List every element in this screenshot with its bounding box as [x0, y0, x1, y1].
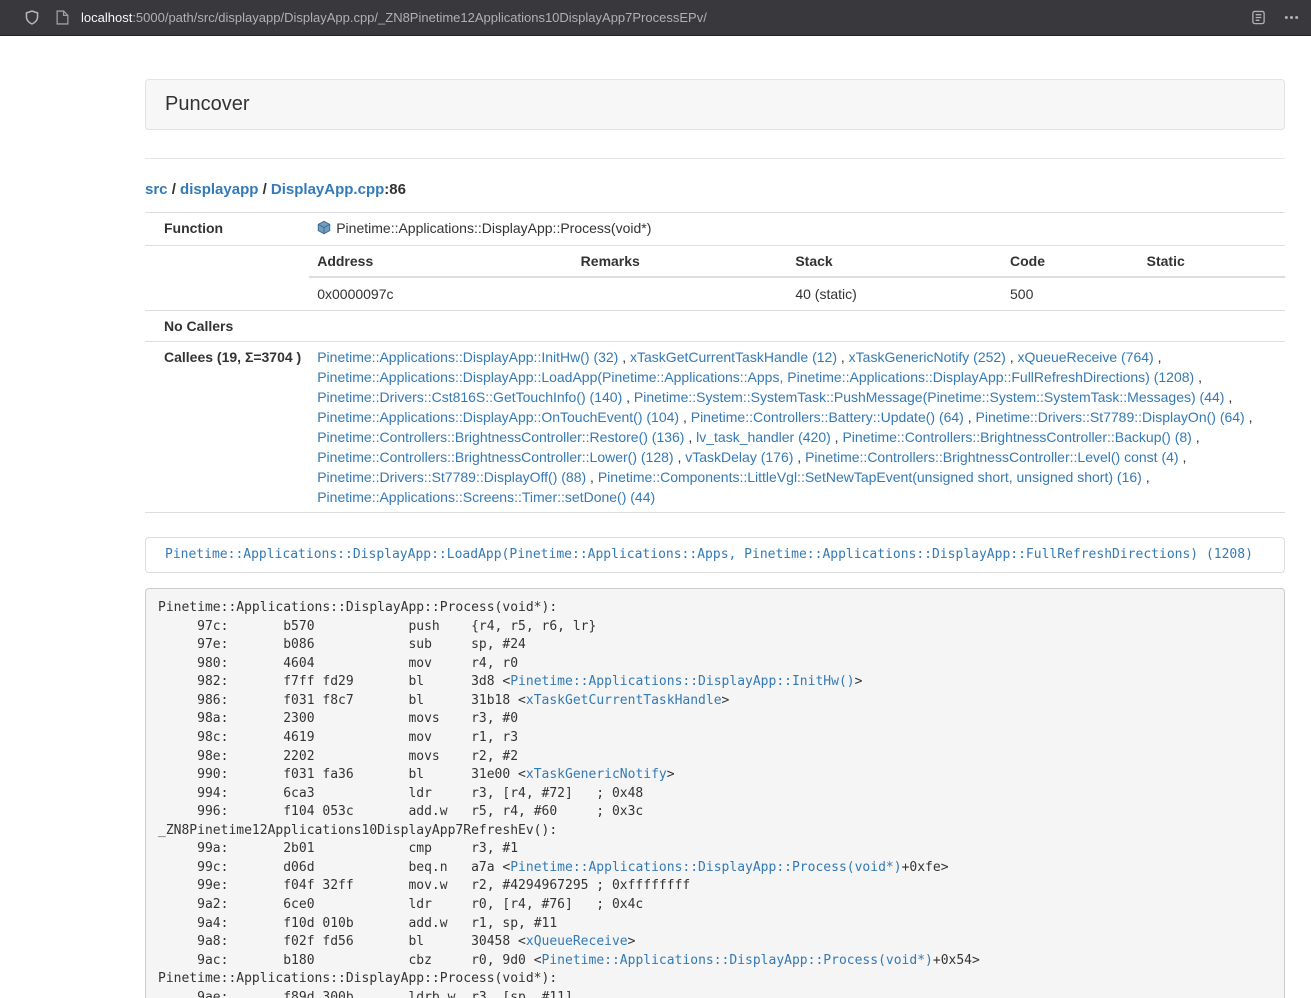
callers-row: No Callers: [145, 311, 1285, 342]
breadcrumb-separator: /: [258, 181, 271, 198]
breadcrumb-link[interactable]: DisplayApp.cpp: [271, 181, 384, 198]
callee-link[interactable]: Pinetime::Controllers::BrightnessControl…: [805, 449, 1178, 465]
function-details-table: AddressRemarksStackCodeStatic 0x0000097c…: [309, 246, 1285, 310]
callee-link[interactable]: Pinetime::Drivers::St7789::DisplayOn() (…: [976, 409, 1245, 425]
function-name: Pinetime::Applications::DisplayApp::Proc…: [336, 220, 651, 236]
details-column-header: Stack: [787, 246, 1002, 277]
function-cube-icon: [317, 220, 331, 240]
disassembly-symbol-link[interactable]: Pinetime::Applications::DisplayApp::Proc…: [510, 860, 901, 875]
app-header-panel: Puncover: [145, 79, 1285, 130]
callees-list: Pinetime::Applications::DisplayApp::Init…: [309, 342, 1285, 513]
details-row-spacer: [145, 246, 309, 311]
reader-mode-icon[interactable]: [1251, 10, 1266, 25]
shield-icon[interactable]: [24, 9, 40, 26]
callees-label: Callees (19, Σ=3704 ): [145, 342, 309, 513]
callee-link[interactable]: Pinetime::Drivers::St7789::DisplayOff() …: [317, 469, 586, 485]
details-column-header: Static: [1139, 246, 1285, 277]
details-value: 0x0000097c: [309, 277, 572, 310]
callee-link[interactable]: Pinetime::Components::LittleVgl::SetNewT…: [598, 469, 1142, 485]
callee-link[interactable]: Pinetime::Controllers::BrightnessControl…: [317, 429, 684, 445]
callee-link[interactable]: Pinetime::Applications::DisplayApp::Load…: [317, 369, 1194, 385]
disassembly-symbol-link[interactable]: xQueueReceive: [526, 934, 628, 949]
details-column-header: Remarks: [573, 246, 788, 277]
callers-label: No Callers: [145, 311, 309, 342]
callee-link[interactable]: xTaskGetCurrentTaskHandle (12): [630, 349, 837, 365]
details-value-row: 0x0000097c 40 (static)500: [309, 277, 1285, 310]
disassembly-code-block: Pinetime::Applications::DisplayApp::Proc…: [145, 588, 1285, 998]
details-value: 500: [1002, 277, 1139, 310]
callee-link[interactable]: Pinetime::Applications::DisplayApp::Init…: [317, 349, 618, 365]
disassembly-symbol-link[interactable]: xTaskGenericNotify: [526, 767, 667, 782]
details-value: 40 (static): [787, 277, 1002, 310]
disassembly-symbol-link[interactable]: Pinetime::Applications::DisplayApp::Proc…: [542, 953, 933, 968]
symbol-table: Function Pinetime::Applications::Display…: [145, 212, 1285, 513]
callee-link[interactable]: Pinetime::Drivers::Cst816S::GetTouchInfo…: [317, 389, 622, 405]
breadcrumb: src / displayapp / DisplayApp.cpp:86: [145, 180, 1285, 200]
url-host: localhost: [81, 10, 132, 25]
app-title: Puncover: [165, 93, 250, 115]
callee-link[interactable]: Pinetime::Applications::DisplayApp::OnTo…: [317, 409, 679, 425]
details-column-header: Address: [309, 246, 572, 277]
function-row: Function Pinetime::Applications::Display…: [145, 213, 1285, 246]
details-header-row: AddressRemarksStackCodeStatic: [309, 246, 1285, 277]
callee-link[interactable]: xTaskGenericNotify (252): [849, 349, 1006, 365]
callers-empty-cell: [309, 311, 1285, 342]
details-value: [573, 277, 788, 310]
callee-link[interactable]: vTaskDelay (176): [685, 449, 793, 465]
function-label: Function: [145, 213, 309, 246]
breadcrumb-line-number: :86: [384, 181, 406, 198]
details-row: AddressRemarksStackCodeStatic 0x0000097c…: [145, 246, 1285, 311]
divider: [145, 158, 1285, 159]
callee-link[interactable]: Pinetime::System::SystemTask::PushMessag…: [634, 389, 1225, 405]
breadcrumb-link[interactable]: src: [145, 181, 168, 198]
disassembly-symbol-link[interactable]: Pinetime::Applications::DisplayApp::Init…: [510, 674, 854, 689]
callees-row: Callees (19, Σ=3704 ) Pinetime::Applicat…: [145, 342, 1285, 513]
breadcrumb-link[interactable]: displayapp: [180, 181, 258, 198]
disassembly-symbol-link[interactable]: xTaskGetCurrentTaskHandle: [526, 693, 722, 708]
puncover-page: Puncover src / displayapp / DisplayApp.c…: [145, 36, 1285, 998]
breadcrumb-separator: /: [168, 181, 181, 198]
details-column-header: Code: [1002, 246, 1139, 277]
url-path: :5000/path/src/displayapp/DisplayApp.cpp…: [132, 10, 707, 25]
callee-link[interactable]: Pinetime::Controllers::BrightnessControl…: [842, 429, 1191, 445]
callee-link[interactable]: xQueueReceive (764): [1018, 349, 1154, 365]
details-value: [1139, 277, 1285, 310]
callee-link[interactable]: Pinetime::Controllers::Battery::Update()…: [691, 409, 964, 425]
page-icon[interactable]: [56, 10, 69, 25]
callee-link[interactable]: Pinetime::Controllers::BrightnessControl…: [317, 449, 673, 465]
callee-link[interactable]: lv_task_handler (420): [696, 429, 831, 445]
callee-link[interactable]: Pinetime::Applications::Screens::Timer::…: [317, 489, 655, 505]
url-bar[interactable]: localhost:5000/path/src/displayapp/Displ…: [81, 10, 1239, 25]
highlighted-callee-link[interactable]: Pinetime::Applications::DisplayApp::Load…: [145, 537, 1285, 573]
browser-toolbar: localhost:5000/path/src/displayapp/Displ…: [0, 0, 1311, 36]
kebab-menu-icon[interactable]: [1284, 10, 1299, 25]
